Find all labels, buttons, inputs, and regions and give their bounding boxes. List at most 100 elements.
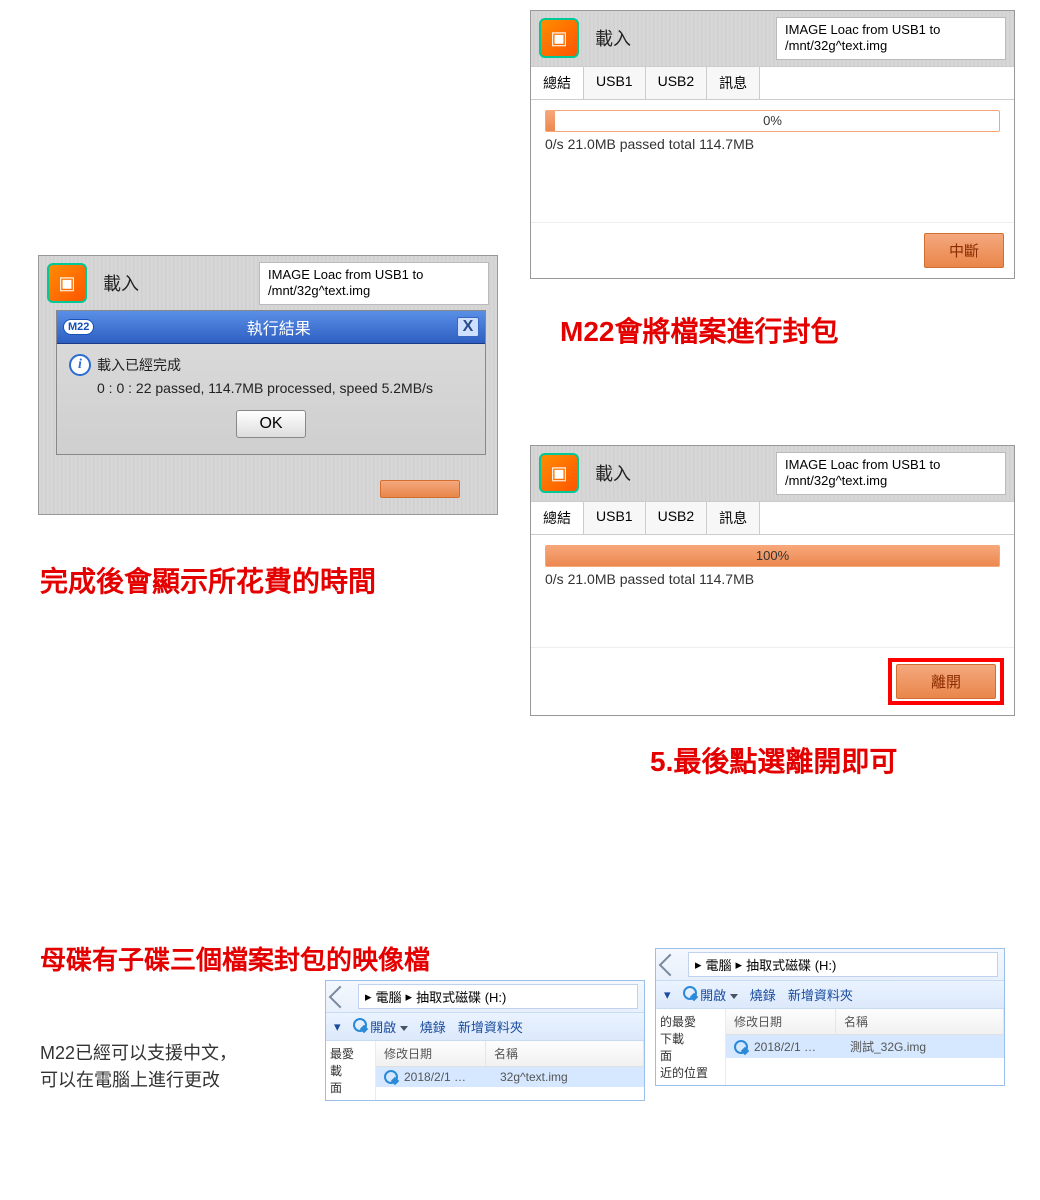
- title-path: IMAGE Loac from USB1 to /mnt/32g^text.im…: [776, 17, 1006, 60]
- side-desk[interactable]: 面: [660, 1047, 721, 1064]
- side-recent[interactable]: 近的位置: [660, 1064, 721, 1081]
- dialog-loading-0pct: ▣ 載入 IMAGE Loac from USB1 to /mnt/32g^te…: [530, 10, 1015, 279]
- progress-label: 100%: [756, 548, 789, 563]
- status-text: 0/s 21.0MB passed total 114.7MB: [545, 136, 1000, 152]
- footer: 離開: [531, 647, 1014, 715]
- tool-sep[interactable]: ▾: [664, 987, 671, 1003]
- file-date: 2018/2/1 …: [754, 1040, 844, 1054]
- col-headers: 修改日期 名稱: [376, 1041, 644, 1067]
- titlebar: ▣ 載入 IMAGE Loac from USB1 to /mnt/32g^te…: [531, 446, 1014, 501]
- crumb-drive: 抽取式磁碟 (H:): [416, 987, 506, 1006]
- explorer-1: ▸電腦 ▸抽取式磁碟 (H:) ▾ 開啟 燒錄 新增資料夾 最愛 載 面 修改日…: [325, 980, 645, 1101]
- explorer-2: ▸電腦 ▸抽取式磁碟 (H:) ▾ 開啟 燒錄 新增資料夾 的最愛 下載 面 近…: [655, 948, 1005, 1086]
- caption-image-files: 母碟有子碟三個檔案封包的映像檔: [40, 940, 430, 977]
- file-name: 測試_32G.img: [850, 1038, 926, 1055]
- side-dl[interactable]: 載: [330, 1062, 371, 1079]
- titlebar: ▣ 載入 IMAGE Loac from USB1 to /mnt/32g^te…: [531, 11, 1014, 66]
- path-line1: IMAGE Loac from USB1 to: [785, 22, 997, 38]
- note-line2: 可以在電腦上進行更改: [40, 1067, 237, 1094]
- hdr-date[interactable]: 修改日期: [726, 1009, 836, 1034]
- close-icon[interactable]: X: [457, 317, 479, 337]
- hdr-name[interactable]: 名稱: [486, 1041, 644, 1066]
- sidebar: 最愛 載 面: [326, 1041, 376, 1100]
- toolbar: ▾ 開啟 燒錄 新增資料夾: [326, 1013, 644, 1041]
- burn-tool[interactable]: 燒錄: [420, 1017, 446, 1036]
- dialog-loading-100pct: ▣ 載入 IMAGE Loac from USB1 to /mnt/32g^te…: [530, 445, 1015, 716]
- tab-usb2[interactable]: USB2: [646, 502, 708, 534]
- hdr-date[interactable]: 修改日期: [376, 1041, 486, 1066]
- result-titlebar: M22 執行結果 X: [57, 311, 485, 344]
- footer: 中斷: [531, 222, 1014, 278]
- path-line1: IMAGE Loac from USB1 to: [268, 267, 480, 283]
- title-load: 載入: [595, 25, 631, 51]
- newfolder-tool[interactable]: 新增資料夾: [788, 985, 853, 1004]
- title-load: 載入: [595, 460, 631, 486]
- tab-msg[interactable]: 訊息: [707, 67, 760, 99]
- path-line2: /mnt/32g^text.img: [785, 473, 997, 489]
- progress-bar: 100%: [545, 545, 1000, 567]
- tab-summary[interactable]: 總結: [531, 67, 584, 99]
- back-icon[interactable]: [329, 985, 352, 1008]
- addr-bar: ▸電腦 ▸抽取式磁碟 (H:): [656, 949, 1004, 981]
- leave-highlight: 離開: [888, 658, 1004, 705]
- crumb-pc: 電腦: [376, 987, 402, 1006]
- col-headers: 修改日期 名稱: [726, 1009, 1004, 1035]
- ok-button[interactable]: OK: [236, 410, 305, 438]
- result-body: i 載入已經完成 0 : 0 : 22 passed, 114.7MB proc…: [57, 344, 485, 454]
- progress-label: 0%: [763, 113, 782, 128]
- file-date: 2018/2/1 …: [404, 1070, 494, 1084]
- body: 0% 0/s 21.0MB passed total 114.7MB: [531, 100, 1014, 222]
- tab-summary[interactable]: 總結: [531, 502, 584, 534]
- crumb-drive: 抽取式磁碟 (H:): [746, 955, 836, 974]
- tab-usb1[interactable]: USB1: [584, 67, 646, 99]
- file-icon: [384, 1070, 398, 1084]
- title-load: 載入: [103, 270, 139, 296]
- open-tool[interactable]: 開啟: [353, 1017, 408, 1036]
- tab-usb1[interactable]: USB1: [584, 502, 646, 534]
- done-text: 載入已經完成: [97, 355, 181, 375]
- info-icon: i: [69, 354, 91, 376]
- path-line2: /mnt/32g^text.img: [268, 283, 480, 299]
- newfolder-tool[interactable]: 新增資料夾: [458, 1017, 523, 1036]
- open-icon: [353, 1018, 367, 1032]
- side-desk[interactable]: 面: [330, 1079, 371, 1096]
- crumb-pc: 電腦: [706, 955, 732, 974]
- file-row[interactable]: 2018/2/1 … 32g^text.img: [376, 1067, 644, 1087]
- breadcrumb[interactable]: ▸電腦 ▸抽取式磁碟 (H:): [688, 952, 998, 977]
- tabs: 總結 USB1 USB2 訊息: [531, 501, 1014, 535]
- path-line2: /mnt/32g^text.img: [785, 38, 997, 54]
- note-chinese-support: M22已經可以支援中文， 可以在電腦上進行更改: [40, 1040, 237, 1094]
- back-icon[interactable]: [659, 953, 682, 976]
- m22-badge: M22: [63, 319, 94, 335]
- tool-sep[interactable]: ▾: [334, 1019, 341, 1035]
- file-row[interactable]: 2018/2/1 … 測試_32G.img: [726, 1035, 1004, 1058]
- abort-button[interactable]: 中斷: [924, 233, 1004, 268]
- note-line1: M22已經可以支援中文，: [40, 1040, 237, 1067]
- open-tool[interactable]: 開啟: [683, 985, 738, 1004]
- addr-bar: ▸電腦 ▸抽取式磁碟 (H:): [326, 981, 644, 1013]
- tabs: 總結 USB1 USB2 訊息: [531, 66, 1014, 100]
- breadcrumb[interactable]: ▸電腦 ▸抽取式磁碟 (H:): [358, 984, 638, 1009]
- open-icon: [683, 986, 697, 1000]
- title-path: IMAGE Loac from USB1 to /mnt/32g^text.im…: [259, 262, 489, 305]
- side-fav[interactable]: 的最愛: [660, 1013, 721, 1030]
- app-icon: ▣: [47, 263, 87, 303]
- burn-tool[interactable]: 燒錄: [750, 985, 776, 1004]
- leave-button[interactable]: 離開: [896, 664, 996, 699]
- tab-usb2[interactable]: USB2: [646, 67, 708, 99]
- content: 的最愛 下載 面 近的位置 修改日期 名稱 2018/2/1 … 測試_32G.…: [656, 1009, 1004, 1085]
- stats-text: 0 : 0 : 22 passed, 114.7MB processed, sp…: [97, 380, 473, 396]
- file-icon: [734, 1040, 748, 1054]
- status-text: 0/s 21.0MB passed total 114.7MB: [545, 571, 1000, 587]
- hdr-name[interactable]: 名稱: [836, 1009, 1004, 1034]
- tab-msg[interactable]: 訊息: [707, 502, 760, 534]
- progress-bar: 0%: [545, 110, 1000, 132]
- result-title: 執行結果: [100, 315, 457, 339]
- behind-button-sliver: [380, 480, 460, 498]
- toolbar: ▾ 開啟 燒錄 新增資料夾: [656, 981, 1004, 1009]
- file-name: 32g^text.img: [500, 1070, 568, 1084]
- side-dl[interactable]: 下載: [660, 1030, 721, 1047]
- side-fav[interactable]: 最愛: [330, 1045, 371, 1062]
- path-line1: IMAGE Loac from USB1 to: [785, 457, 997, 473]
- caption-time-shown: 完成後會顯示所花費的時間: [40, 560, 376, 600]
